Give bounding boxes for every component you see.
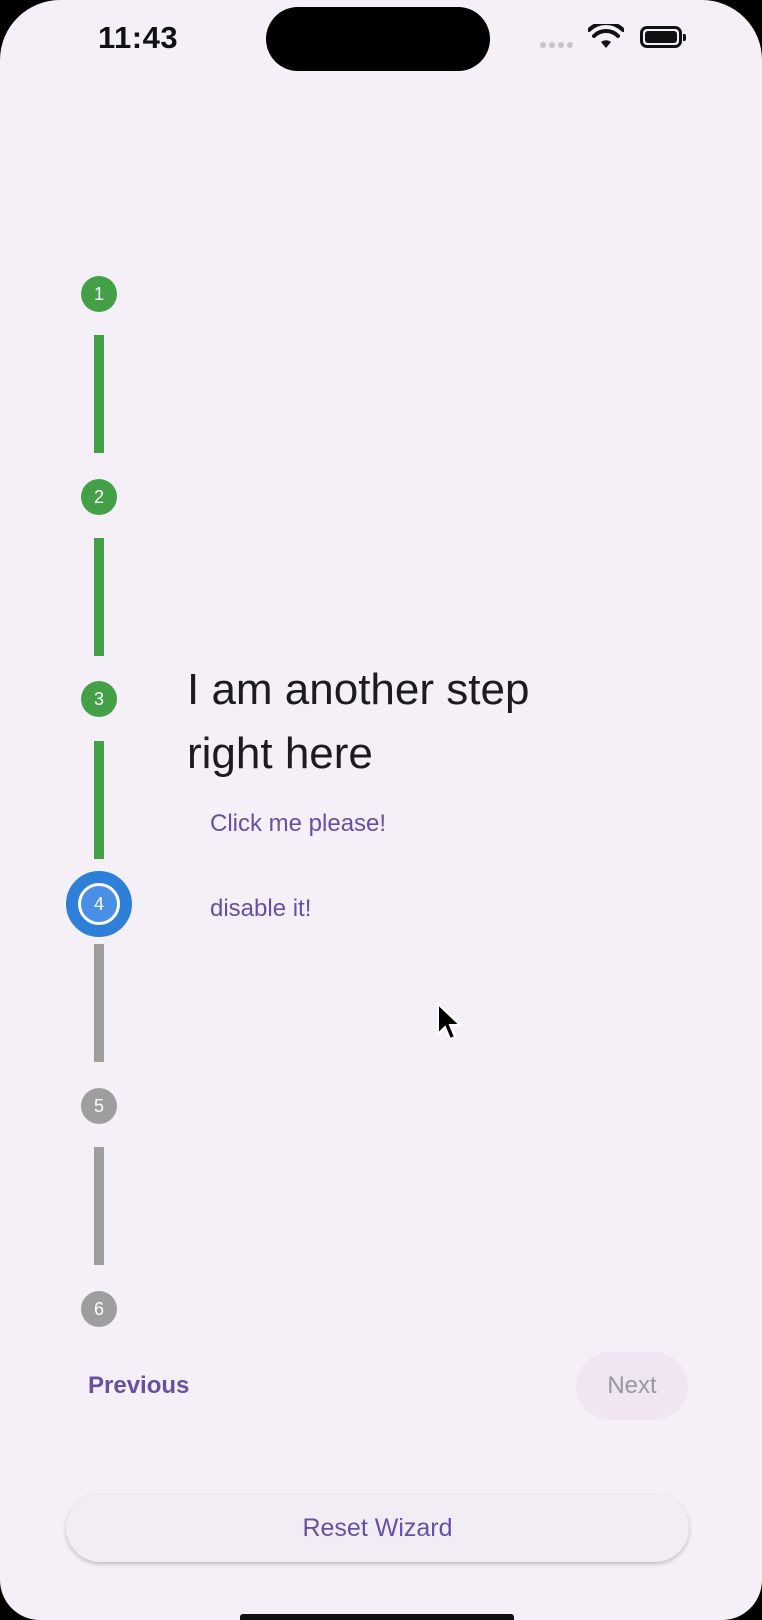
dynamic-island — [266, 7, 490, 71]
click-me-button[interactable]: Click me please! — [210, 810, 386, 838]
battery-icon — [640, 26, 686, 48]
step-5-indicator[interactable]: 5 — [81, 1088, 117, 1124]
active-step-ring: 4 — [78, 883, 120, 925]
status-time: 11:43 — [98, 20, 179, 55]
phone-screen: 11:43 1 2 3 4 5 6 I am another step righ… — [0, 0, 762, 1620]
step-connector — [94, 538, 104, 656]
reset-wizard-button[interactable]: Reset Wizard — [66, 1494, 689, 1562]
step-number: 2 — [93, 486, 104, 507]
step-connector — [94, 335, 104, 453]
frame-corner — [682, 1540, 762, 1620]
disable-button[interactable]: disable it! — [210, 895, 311, 923]
mouse-pointer-icon — [437, 1002, 463, 1041]
previous-button[interactable]: Previous — [88, 1372, 189, 1400]
step-6-indicator[interactable]: 6 — [81, 1291, 117, 1327]
wifi-icon — [588, 24, 624, 48]
step-number: 3 — [93, 688, 104, 709]
step-number: 5 — [93, 1095, 104, 1116]
step-connector — [94, 1147, 104, 1265]
next-button[interactable]: Next — [576, 1352, 688, 1420]
step-number: 4 — [93, 893, 104, 914]
step-4-indicator[interactable]: 4 — [66, 871, 132, 937]
step-connector — [94, 944, 104, 1062]
frame-corner — [0, 0, 120, 120]
step-3-indicator[interactable]: 3 — [81, 681, 117, 717]
frame-corner — [642, 0, 762, 120]
step-number: 1 — [93, 283, 104, 304]
step-number: 6 — [93, 1298, 104, 1319]
step-1-indicator[interactable]: 1 — [81, 276, 117, 312]
step-connector — [94, 741, 104, 859]
home-indicator — [240, 1614, 514, 1620]
step-2-indicator[interactable]: 2 — [81, 479, 117, 515]
cellular-signal-icon — [540, 42, 573, 48]
frame-corner — [0, 1540, 80, 1620]
step-title: I am another step right here — [187, 665, 530, 778]
